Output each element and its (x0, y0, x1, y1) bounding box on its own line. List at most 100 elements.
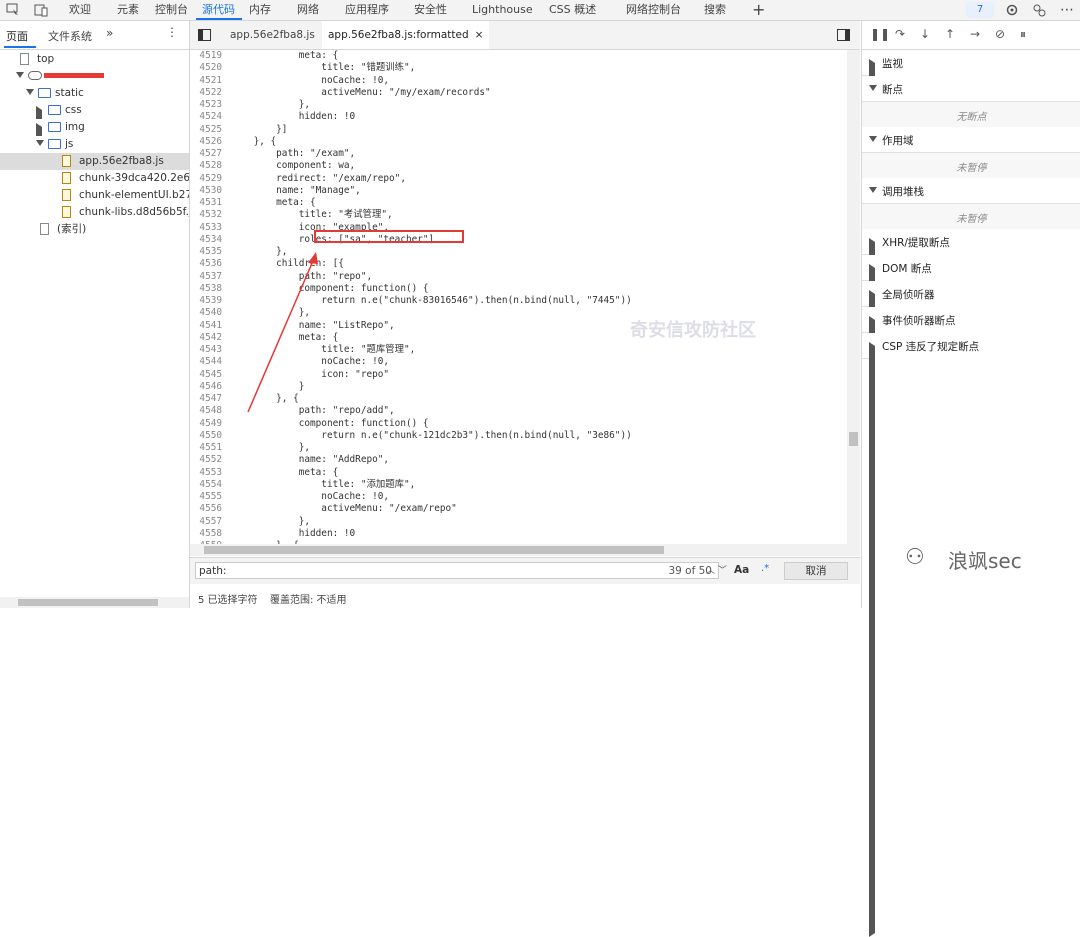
tree-item[interactable]: img (0, 119, 189, 136)
code-line[interactable]: 4533 icon: "example", (190, 222, 847, 234)
tab-1[interactable]: 元素 (117, 0, 139, 20)
section-header[interactable]: 作用域 (862, 127, 1080, 153)
line-number[interactable]: 4545 (190, 369, 222, 381)
tab-8[interactable]: Lighthouse (472, 0, 533, 20)
expand-arrow-icon[interactable] (869, 187, 877, 193)
code-line[interactable]: 4545 icon: "repo" (190, 369, 847, 381)
device-toggle-icon[interactable] (34, 3, 48, 17)
tree-item[interactable]: chunk-elementUI.b27de5 (0, 187, 189, 204)
more-tabs-icon[interactable]: » (106, 26, 113, 40)
code-line[interactable]: 4552 name: "AddRepo", (190, 454, 847, 466)
line-number[interactable]: 4528 (190, 160, 222, 172)
line-number[interactable]: 4526 (190, 136, 222, 148)
expand-arrow-icon[interactable] (36, 140, 44, 146)
toggle-debugger-icon[interactable] (837, 29, 850, 41)
tab-filesystem[interactable]: 文件系统 (48, 28, 92, 44)
code-line[interactable]: 4532 title: "考试管理", (190, 209, 847, 221)
section-header[interactable]: 全局侦听器 (862, 281, 1080, 885)
tab-4[interactable]: 内存 (249, 0, 271, 20)
code-line[interactable]: 4546 } (190, 381, 847, 393)
line-number[interactable]: 4543 (190, 344, 222, 356)
code-line[interactable]: 4538 component: function() { (190, 283, 847, 295)
navigator-menu-icon[interactable]: ⋮ (166, 25, 178, 39)
add-tab-icon[interactable]: + (752, 0, 765, 20)
line-number[interactable]: 4522 (190, 87, 222, 99)
line-number[interactable]: 4534 (190, 234, 222, 246)
code-line[interactable]: 4551 }, (190, 442, 847, 454)
line-number[interactable]: 4533 (190, 222, 222, 234)
match-case-button[interactable]: Aa (734, 564, 749, 576)
line-number[interactable]: 4542 (190, 332, 222, 344)
line-number[interactable]: 4544 (190, 356, 222, 368)
code-line[interactable]: 4530 name: "Manage", (190, 185, 847, 197)
tab-2[interactable]: 控制台 (155, 0, 188, 20)
code-line[interactable]: 4527 path: "/exam", (190, 148, 847, 160)
line-number[interactable]: 4521 (190, 75, 222, 87)
code-line[interactable]: 4520 title: "错题训练", (190, 62, 847, 74)
code-line[interactable]: 4536 children: [{ (190, 258, 847, 270)
code-line[interactable]: 4549 component: function() { (190, 418, 847, 430)
deactivate-breakpoints-icon[interactable]: ⊘ (995, 27, 1005, 41)
line-number[interactable]: 4541 (190, 320, 222, 332)
section-header[interactable]: 监视 (862, 50, 1080, 654)
expand-arrow-icon[interactable] (869, 136, 877, 142)
section-header[interactable]: 调用堆栈 (862, 178, 1080, 204)
left-scroll-thumb[interactable] (18, 599, 158, 606)
cancel-button[interactable]: 取消 (784, 562, 848, 580)
editor-vscroll-thumb[interactable] (849, 432, 858, 446)
line-number[interactable]: 4540 (190, 307, 222, 319)
code-line[interactable]: 4548 path: "repo/add", (190, 405, 847, 417)
line-number[interactable]: 4548 (190, 405, 222, 417)
line-number[interactable]: 4525 (190, 124, 222, 136)
step-into-icon[interactable]: ↓ (920, 27, 930, 41)
line-number[interactable]: 4556 (190, 503, 222, 515)
editor-vertical-scrollbar[interactable] (847, 50, 860, 544)
settings-gear-icon[interactable] (1005, 3, 1019, 17)
tab-6[interactable]: 应用程序 (345, 0, 389, 20)
line-number[interactable]: 4551 (190, 442, 222, 454)
line-number[interactable]: 4539 (190, 295, 222, 307)
line-number[interactable]: 4555 (190, 491, 222, 503)
more-options-icon[interactable]: ⋯ (1060, 0, 1074, 20)
search-prev-next-icons[interactable]: ︿ ﹀ (706, 563, 727, 576)
step-icon[interactable]: → (970, 27, 980, 41)
line-number[interactable]: 4553 (190, 467, 222, 479)
tree-item[interactable]: top (0, 51, 189, 68)
expand-arrow-icon[interactable] (869, 85, 877, 91)
step-out-icon[interactable]: ↑ (945, 27, 955, 41)
section-header[interactable]: XHR/提取断点 (862, 229, 1080, 833)
expand-arrow-icon[interactable] (26, 89, 34, 95)
line-number[interactable]: 4532 (190, 209, 222, 221)
code-line[interactable]: 4555 noCache: !0, (190, 491, 847, 503)
close-tab-icon[interactable]: × (475, 29, 484, 41)
line-number[interactable]: 4546 (190, 381, 222, 393)
line-number[interactable]: 4531 (190, 197, 222, 209)
code-line[interactable]: 4531 meta: { (190, 197, 847, 209)
code-line[interactable]: 4525 }] (190, 124, 847, 136)
pause-icon[interactable]: ❚❚ (870, 27, 890, 41)
code-line[interactable]: 4523 }, (190, 99, 847, 111)
pause-on-exceptions-icon[interactable]: ⏸ (1020, 27, 1026, 42)
line-number[interactable]: 4558 (190, 528, 222, 540)
tab-7[interactable]: 安全性 (414, 0, 447, 20)
line-number[interactable]: 4557 (190, 516, 222, 528)
line-number[interactable]: 4547 (190, 393, 222, 405)
tree-item[interactable]: app.56e2fba8.js (0, 153, 189, 170)
expand-arrow-icon[interactable] (16, 72, 24, 78)
issues-badge[interactable]: 7 (966, 2, 994, 18)
code-line[interactable]: 4526 }, { (190, 136, 847, 148)
code-line[interactable]: 4554 title: "添加题库", (190, 479, 847, 491)
feedback-icon[interactable] (1032, 3, 1046, 17)
editor-horizontal-scrollbar[interactable] (190, 544, 860, 556)
line-number[interactable]: 4519 (190, 50, 222, 62)
code-area[interactable]: 4519 meta: {4520 title: "错题训练", 4521 noCa… (190, 50, 847, 544)
tab-10[interactable]: 网络控制台 (626, 0, 681, 20)
line-number[interactable]: 4549 (190, 418, 222, 430)
line-number[interactable]: 4524 (190, 111, 222, 123)
line-number[interactable]: 4536 (190, 258, 222, 270)
tab-5[interactable]: 网络 (297, 0, 319, 20)
code-line[interactable]: 4519 meta: { (190, 50, 847, 62)
line-number[interactable]: 4527 (190, 148, 222, 160)
tree-item[interactable]: static (0, 85, 189, 102)
section-header[interactable]: 事件侦听器断点 (862, 307, 1080, 911)
